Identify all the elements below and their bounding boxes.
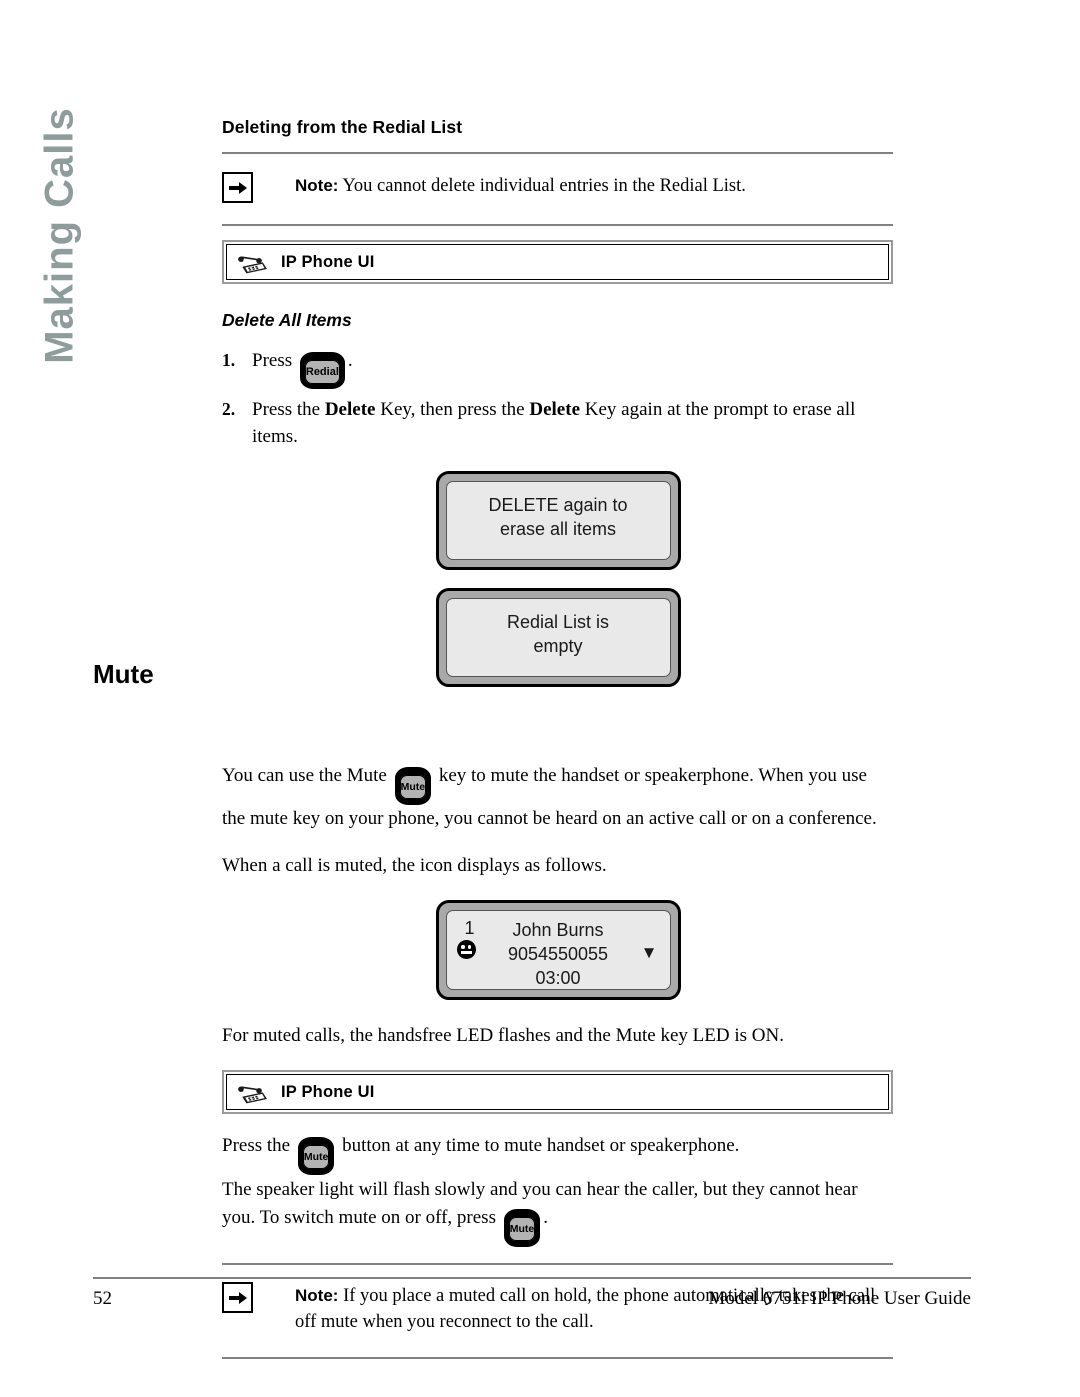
lcd-redial-empty-screen: Redial List is empty bbox=[445, 598, 671, 677]
mute-key-label-2: Mute bbox=[302, 1145, 330, 1169]
mute-paragraph-2: When a call is muted, the icon displays … bbox=[222, 855, 607, 876]
note-body-text: You cannot delete individual entries in … bbox=[338, 176, 746, 196]
lcd-empty-wrap: Redial List is empty bbox=[222, 588, 894, 687]
lcd-caller-number-row: 9054550055 ▼ bbox=[453, 942, 664, 966]
step-2-delete-1: Delete bbox=[324, 399, 376, 420]
footer-divider bbox=[93, 1277, 971, 1279]
step-2-number: 2. bbox=[222, 399, 236, 419]
mute-section-heading: Mute bbox=[93, 659, 154, 689]
divider-top bbox=[222, 152, 893, 154]
mute-press-before: Press the bbox=[222, 1135, 291, 1156]
lcd-delete-prompt-screen: DELETE again to erase all items bbox=[445, 481, 671, 560]
ip-phone-icon bbox=[238, 1086, 267, 1104]
step-2-text: Press the Delete Key, then press the Del… bbox=[252, 396, 894, 450]
mute-instruction-2: The speaker light will flash slowly and … bbox=[222, 1176, 894, 1247]
page-title: Deleting from the Redial List bbox=[222, 117, 463, 137]
note-text: Note: You cannot delete individual entri… bbox=[295, 171, 746, 199]
chevron-down-icon: ▼ bbox=[640, 943, 658, 962]
mute-instruction-1: Press the Mute button at any time to mut… bbox=[222, 1132, 894, 1175]
lcd-line-number: 1 bbox=[464, 918, 475, 938]
step-2-part-0: Press the bbox=[252, 399, 325, 420]
step-1-text-after: . bbox=[347, 350, 353, 371]
mute-key-graphic-3[interactable]: Mute bbox=[503, 1209, 541, 1247]
lcd-delete-prompt: DELETE again to erase all items bbox=[435, 471, 681, 570]
lcd-caller-name: John Burns bbox=[512, 920, 604, 940]
lcd-call-wrap: 1 John Burns 9054550055 ▼ 03:00 bbox=[222, 900, 894, 1000]
lcd-delete-prompt-wrap: DELETE again to erase all items bbox=[222, 471, 894, 570]
ip-phone-ui-label: IP Phone UI bbox=[281, 252, 375, 271]
arrow-right-icon bbox=[222, 172, 253, 203]
chapter-side-tab-label: Making Calls bbox=[37, 107, 82, 364]
chapter-side-tab: Making Calls bbox=[0, 107, 120, 400]
lcd-redial-empty: Redial List is empty bbox=[435, 588, 681, 687]
ip-phone-ui-bar-2: IP Phone UI bbox=[222, 1070, 893, 1114]
divider-after-note2 bbox=[222, 1357, 893, 1359]
step-1-text: Press Redial . bbox=[252, 347, 894, 389]
step-1-number: 1. bbox=[222, 350, 236, 370]
mute-press-after: button at any time to mute handset or sp… bbox=[342, 1135, 740, 1156]
mute-key-graphic-2[interactable]: Mute bbox=[297, 1137, 335, 1175]
ip-phone-ui-bar-1: IP Phone UI bbox=[222, 240, 893, 284]
mute-paragraph-1: You can use the Mute Mute key to mute th… bbox=[222, 762, 894, 833]
lcd-muted-call: 1 John Burns 9054550055 ▼ 03:00 bbox=[435, 900, 681, 1000]
divider-after-note bbox=[222, 224, 893, 226]
redial-key-graphic[interactable]: Redial bbox=[299, 352, 345, 389]
mute-key-label-1: Mute bbox=[399, 775, 427, 799]
page-footer: 52 Model 6751i IP Phone User Guide bbox=[93, 1288, 971, 1310]
mute-para1-before: You can use the Mute bbox=[222, 765, 387, 786]
lcd-delete-prompt-line1: DELETE again to bbox=[488, 495, 628, 515]
note-block-redial: Note: You cannot delete individual entri… bbox=[222, 171, 894, 203]
mute-paragraph-3: For muted calls, the handsfree LED flash… bbox=[222, 1025, 784, 1046]
lcd-redial-empty-line2: empty bbox=[533, 636, 583, 656]
subsection-title: Delete All Items bbox=[222, 310, 352, 330]
lcd-caller-number: 9054550055 bbox=[507, 944, 609, 964]
step-2-delete-2: Delete bbox=[529, 399, 581, 420]
lcd-muted-call-screen: 1 John Burns 9054550055 ▼ 03:00 bbox=[445, 910, 671, 990]
divider-before-note2 bbox=[222, 1263, 893, 1265]
ip-phone-icon bbox=[238, 256, 267, 274]
lcd-delete-prompt-line2: erase all items bbox=[499, 519, 617, 539]
page-content: Deleting from the Redial List Note: You … bbox=[222, 0, 894, 1359]
mute-key-graphic-1[interactable]: Mute bbox=[394, 767, 432, 805]
note-label: Note: bbox=[295, 176, 339, 195]
step-2: 2. Press the Delete Key, then press the … bbox=[222, 396, 894, 450]
footer-guide-title: Model 6751i IP Phone User Guide bbox=[708, 1288, 971, 1309]
lcd-redial-empty-line1: Redial List is bbox=[506, 612, 610, 632]
mute-key-label-3: Mute bbox=[508, 1217, 536, 1241]
mute-speaker-after: . bbox=[543, 1207, 548, 1228]
step-2-part-2: Key, then press the bbox=[375, 399, 530, 420]
lcd-call-duration: 03:00 bbox=[535, 968, 581, 988]
ip-phone-ui-label: IP Phone UI bbox=[281, 1082, 375, 1101]
redial-key-label: Redial bbox=[304, 360, 340, 384]
step-1: 1. Press Redial . bbox=[222, 347, 894, 389]
footer-page-number: 52 bbox=[93, 1288, 112, 1309]
step-1-text-before: Press bbox=[252, 350, 293, 371]
